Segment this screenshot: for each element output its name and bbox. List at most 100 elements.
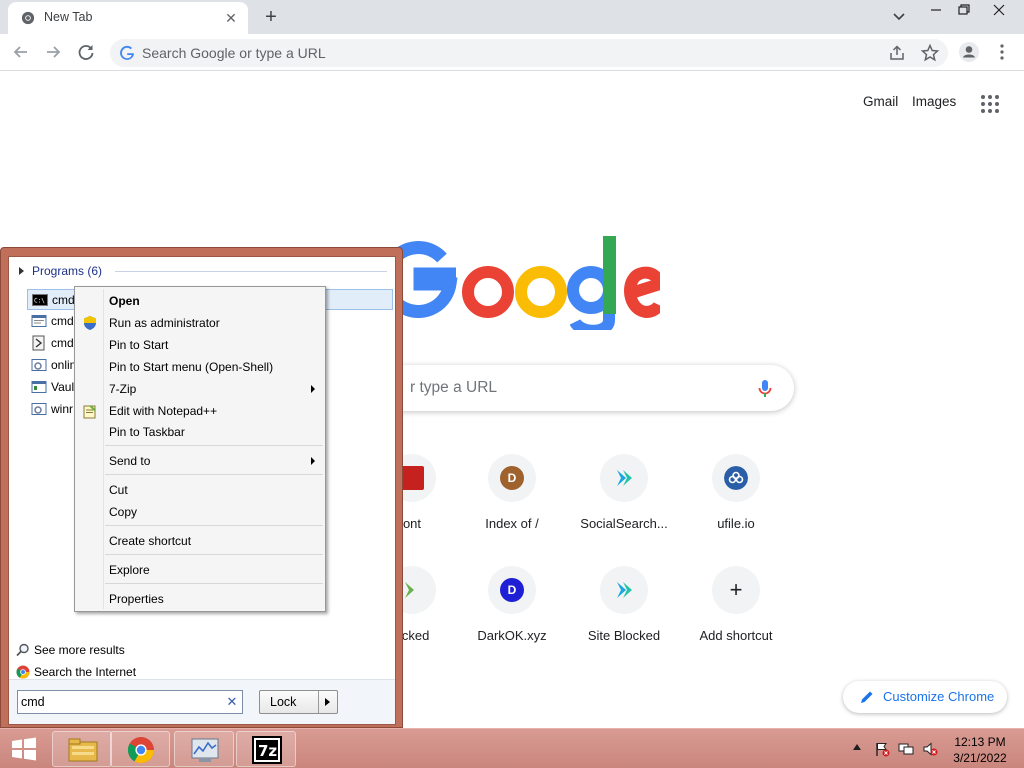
taskbar-monitor-button[interactable] (174, 731, 234, 767)
clear-search-icon[interactable]: ✕ (224, 694, 240, 710)
reload-icon[interactable] (75, 41, 97, 63)
power-options-arrow-icon[interactable] (325, 698, 330, 706)
expand-arrow-icon (19, 267, 24, 275)
clock-time[interactable]: 12:13 PM (944, 735, 1016, 749)
share-icon[interactable] (888, 44, 906, 62)
customize-chrome-button[interactable]: Customize Chrome (843, 681, 1007, 713)
omnibox-input[interactable] (142, 39, 862, 67)
menu-item-label: Send to (109, 454, 151, 468)
apps-grid-icon[interactable] (980, 94, 1000, 114)
tab-new-tab[interactable]: New Tab ✕ (8, 2, 248, 34)
start-search-input[interactable] (21, 692, 217, 712)
menu-item-send-to[interactable]: Send to (77, 450, 323, 472)
network-icon[interactable] (898, 741, 914, 757)
customize-chrome-label: Customize Chrome (883, 689, 995, 704)
action-center-flag-icon[interactable] (874, 741, 890, 757)
chrome-icon (16, 665, 30, 679)
menu-item-label: Pin to Start (109, 338, 169, 352)
shortcut-tile[interactable]: Site Blocked (568, 556, 680, 668)
arrow-chevron-icon (617, 582, 632, 598)
taskbar-explorer-button[interactable] (52, 731, 112, 767)
forward-arrow-icon[interactable] (42, 41, 64, 63)
microphone-icon[interactable] (754, 377, 776, 399)
folder-icon (68, 738, 98, 762)
menu-item-label: Pin to Start menu (Open-Shell) (109, 360, 274, 374)
performance-monitor-icon (191, 738, 219, 762)
menu-separator (105, 474, 323, 475)
gmail-link[interactable]: Gmail (863, 94, 898, 109)
see-more-results-link[interactable]: See more results (16, 642, 216, 660)
kebab-menu-icon[interactable] (991, 41, 1013, 63)
show-hidden-icons-arrow[interactable] (853, 744, 861, 750)
menu-item-open[interactable]: Open (77, 290, 323, 312)
programs-header[interactable]: Programs (6) (19, 263, 387, 279)
taskbar-chrome-button[interactable] (110, 731, 170, 767)
volume-muted-icon[interactable] (922, 741, 938, 757)
cloud-icon (724, 466, 748, 490)
letter-avatar-icon: D (500, 466, 524, 490)
menu-item-label: Properties (109, 592, 164, 606)
menu-separator (105, 525, 323, 526)
new-tab-button[interactable]: + (260, 6, 282, 28)
start-search-box[interactable]: ✕ (17, 690, 243, 714)
shortcut-icon-bg (600, 566, 648, 614)
shortcut-tile[interactable]: D DarkOK.xyz (456, 556, 568, 668)
menu-item-properties[interactable]: Properties (77, 588, 323, 610)
taskbar: 7z 12:13 PM 3/21/2022 (0, 728, 1024, 768)
menu-item-pin-to-start[interactable]: Pin to Start (77, 334, 323, 356)
divider (318, 691, 319, 713)
menu-item-explore[interactable]: Explore (77, 559, 323, 581)
see-more-results-label: See more results (34, 643, 125, 657)
menu-item-7zip[interactable]: 7-Zip (77, 378, 323, 400)
menu-item-label: Create shortcut (109, 534, 192, 548)
shortcut-label: Site Blocked (587, 628, 661, 643)
ntp-search-placeholder: r type a URL (410, 379, 498, 396)
submenu-arrow-icon (311, 457, 315, 465)
window-icon (31, 315, 47, 327)
start-menu-footer: ✕ Lock (9, 679, 395, 724)
shortcut-tile[interactable]: SocialSearch... (568, 444, 680, 556)
menu-item-label: Edit with Notepad++ (109, 404, 218, 418)
menu-item-cut[interactable]: Cut (77, 479, 323, 501)
menu-separator (105, 445, 323, 446)
restore-icon[interactable] (947, 0, 981, 22)
images-link[interactable]: Images (912, 94, 956, 109)
lock-button[interactable]: Lock (259, 690, 338, 714)
menu-item-run-as-admin[interactable]: Run as administrator (77, 312, 323, 334)
back-arrow-icon[interactable] (10, 41, 32, 63)
close-tab-icon[interactable]: ✕ (222, 9, 240, 27)
red-favicon-icon (400, 466, 424, 490)
google-logo (379, 236, 660, 330)
menu-item-pin-to-start-menu[interactable]: Pin to Start menu (Open-Shell) (77, 356, 323, 378)
menu-item-label: Explore (109, 563, 150, 577)
windows-logo-icon[interactable] (6, 734, 42, 764)
profile-avatar-icon[interactable] (958, 41, 980, 63)
search-internet-label: Search the Internet (34, 665, 137, 679)
arrow-chevron-icon (405, 582, 414, 598)
close-window-icon[interactable] (982, 0, 1016, 22)
menu-item-edit-notepadpp[interactable]: Edit with Notepad++ (77, 400, 323, 422)
add-shortcut-tile[interactable]: + Add shortcut (680, 556, 792, 668)
menu-separator (105, 583, 323, 584)
submenu-arrow-icon (311, 385, 315, 393)
svg-text:7z: 7z (258, 742, 277, 760)
shortcut-label: Index of / (485, 516, 539, 531)
shortcut-label: ufile.io (717, 516, 755, 531)
menu-item-label: 7-Zip (109, 382, 137, 396)
shortcut-label: Add shortcut (699, 628, 773, 643)
clock-date[interactable]: 3/21/2022 (944, 751, 1016, 765)
shortcut-tile[interactable]: ufile.io (680, 444, 792, 556)
chevron-down-icon[interactable] (889, 8, 909, 26)
menu-item-create-shortcut[interactable]: Create shortcut (77, 530, 323, 552)
menu-item-copy[interactable]: Copy (77, 501, 323, 523)
shortcut-icon-bg: + (712, 566, 760, 614)
omnibox[interactable] (110, 39, 948, 67)
divider (115, 271, 387, 272)
shortcut-tile[interactable]: D Index of / (456, 444, 568, 556)
taskbar-7zip-button[interactable]: 7z (236, 731, 296, 767)
svg-text:C:\: C:\ (34, 298, 45, 305)
menu-item-pin-to-taskbar[interactable]: Pin to Taskbar (77, 421, 323, 443)
bookmark-star-icon[interactable] (920, 43, 940, 63)
program-label: winr (51, 402, 74, 416)
menu-item-label: Run as administrator (109, 316, 220, 330)
